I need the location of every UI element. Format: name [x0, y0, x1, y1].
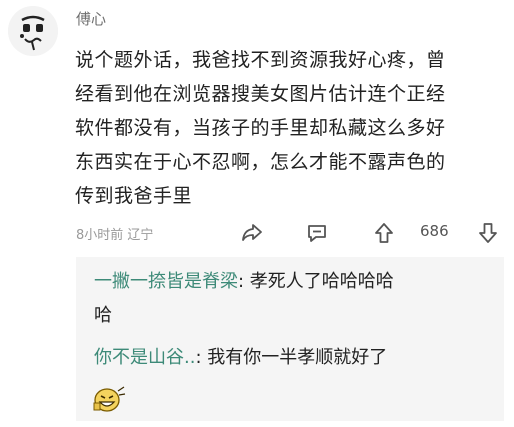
reply-item[interactable]: 一撇一捺皆是脊梁: 孝死人了哈哈哈哈 哈: [94, 265, 494, 333]
comment-icon: [308, 225, 326, 242]
reply-author[interactable]: 一撇一捺皆是脊梁: [94, 271, 238, 292]
post-content: 说个题外话，我爸找不到资源我好心疼，曾 经看到他在浏览器搜美女图片估计连个正经 …: [75, 43, 505, 213]
grinning-sticker-icon: [92, 385, 126, 413]
reply-author[interactable]: 你不是山谷..: [94, 347, 195, 368]
reply-section: 一撇一捺皆是脊梁: 孝死人了哈哈哈哈 哈 你不是山谷..: 我有你一半孝顺就好了: [76, 257, 504, 421]
reply-text: 我有你一半孝顺就好了: [207, 347, 388, 368]
avatar[interactable]: [8, 6, 58, 56]
share-icon: [242, 224, 262, 241]
share-button[interactable]: [240, 221, 264, 249]
post-time: 8小时前: [76, 228, 124, 243]
reply-separator: :: [195, 347, 208, 368]
username[interactable]: 傅心: [76, 8, 106, 29]
comment-button[interactable]: [305, 221, 329, 249]
content-line: 经看到他在浏览器搜美女图片估计连个正经: [75, 83, 446, 105]
reply-item[interactable]: 你不是山谷..: 我有你一半孝顺就好了: [94, 341, 494, 375]
downvote-icon: [479, 223, 497, 243]
post-meta: 8小时前 辽宁: [76, 224, 153, 243]
post-location: 辽宁: [127, 228, 154, 243]
reply-text: 哈: [94, 305, 112, 326]
reply-text: 孝死人了哈哈哈哈: [249, 271, 394, 292]
upvote-button[interactable]: [372, 221, 396, 249]
upvote-icon: [375, 223, 393, 243]
content-line: 软件都没有，当孩子的手里却私藏这么多好: [75, 117, 446, 139]
like-count: 686: [420, 222, 449, 240]
content-line: 传到我爸手里: [75, 185, 193, 207]
avatar-face-icon: [8, 6, 58, 56]
content-line: 说个题外话，我爸找不到资源我好心疼，曾: [75, 49, 446, 71]
downvote-button[interactable]: [476, 221, 500, 249]
content-line: 东西实在于心不忍啊，怎么才能不露声色的: [75, 151, 446, 173]
reply-separator: :: [238, 271, 250, 292]
